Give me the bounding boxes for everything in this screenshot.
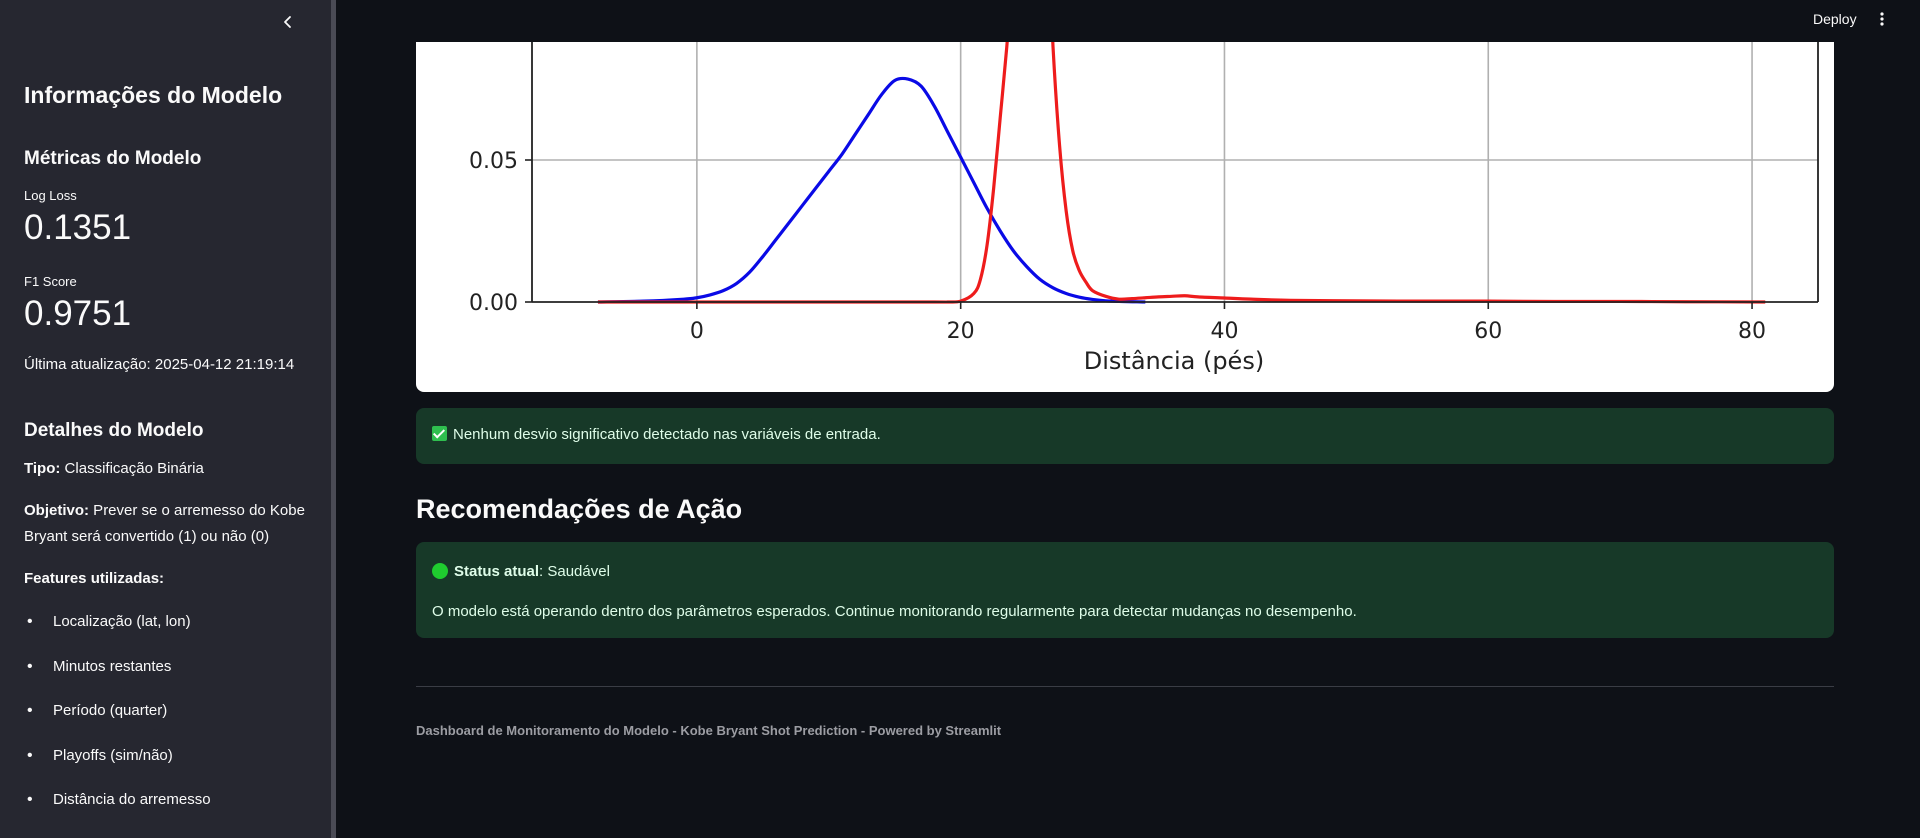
list-item: Playoffs (sim/não): [24, 746, 314, 766]
model-objective-label: Objetivo:: [24, 502, 90, 519]
drift-success-alert: Nenhum desvio significativo detectado na…: [416, 408, 1834, 464]
drift-alert-text: Nenhum desvio significativo detectado na…: [453, 426, 881, 443]
metric-value-log-loss: 0.1351: [24, 208, 132, 247]
list-item: Minutos restantes: [24, 657, 314, 677]
x-tick-label: 80: [1738, 319, 1766, 344]
metric-label-f1-score: F1 Score: [24, 274, 77, 289]
deploy-button[interactable]: Deploy: [1813, 9, 1857, 29]
list-item: Distância do arremesso: [24, 790, 314, 810]
features-list: Localização (lat, lon) Minutos restantes…: [24, 612, 314, 810]
recommendations-title: Recomendações de Ação: [416, 494, 743, 524]
main-menu-button[interactable]: [1872, 8, 1892, 30]
sidebar-title: Informações do Modelo: [24, 82, 283, 108]
status-label: Status atual: [454, 563, 540, 580]
model-objective: Objetivo: Prever se o arremesso do Kobe …: [24, 498, 314, 550]
green-circle-icon: [432, 563, 448, 579]
divider: [416, 686, 1834, 687]
y-tick-label: 0.05: [469, 149, 518, 174]
metrics-title: Métricas do Modelo: [24, 148, 202, 169]
x-tick-label: 20: [947, 319, 975, 344]
distance-distribution-chart: 0 20 40 60 80 0.00 0.05 Distância (pés): [416, 42, 1834, 392]
sidebar-resize-handle[interactable]: [331, 0, 336, 838]
list-item: Localização (lat, lon): [24, 612, 314, 632]
x-tick-label: 0: [690, 319, 704, 344]
y-tick-label: 0.00: [469, 291, 518, 316]
features-label-text: Features utilizadas:: [24, 570, 165, 587]
metric-value-f1-score: 0.9751: [24, 294, 132, 333]
status-alert: Status atual: Saudável O modelo está ope…: [416, 542, 1834, 638]
list-item: Período (quarter): [24, 701, 314, 721]
status-description: O modelo está operando dentro dos parâme…: [432, 603, 1357, 620]
metric-label-log-loss: Log Loss: [24, 188, 77, 203]
collapse-sidebar-button[interactable]: [276, 10, 300, 34]
status-line: Status atual: Saudável: [432, 562, 1818, 582]
x-axis-label: Distância (pés): [1084, 347, 1264, 375]
status-value: : Saudável: [539, 563, 610, 580]
footer-text: Dashboard de Monitoramento do Modelo - K…: [416, 723, 1002, 738]
chevron-left-icon: [284, 16, 291, 28]
x-tick-label: 60: [1474, 319, 1502, 344]
series-line-red: [597, 42, 1766, 304]
more-vertical-icon: [1880, 12, 1884, 26]
check-box-icon: [432, 426, 447, 441]
model-type-label: Tipo:: [24, 460, 61, 477]
model-type-value: Classificação Binária: [60, 460, 204, 477]
chart-svg: 0 20 40 60 80 0.00 0.05 Distância (pés): [469, 42, 1819, 375]
x-tick-label: 40: [1210, 319, 1238, 344]
last-update: Última atualização: 2025-04-12 21:19:14: [24, 356, 295, 373]
features-label: Features utilizadas:: [24, 566, 314, 592]
details-title: Detalhes do Modelo: [24, 420, 204, 441]
sidebar: Informações do Modelo Métricas do Modelo…: [0, 0, 331, 838]
model-type: Tipo: Classificação Binária: [24, 456, 314, 482]
